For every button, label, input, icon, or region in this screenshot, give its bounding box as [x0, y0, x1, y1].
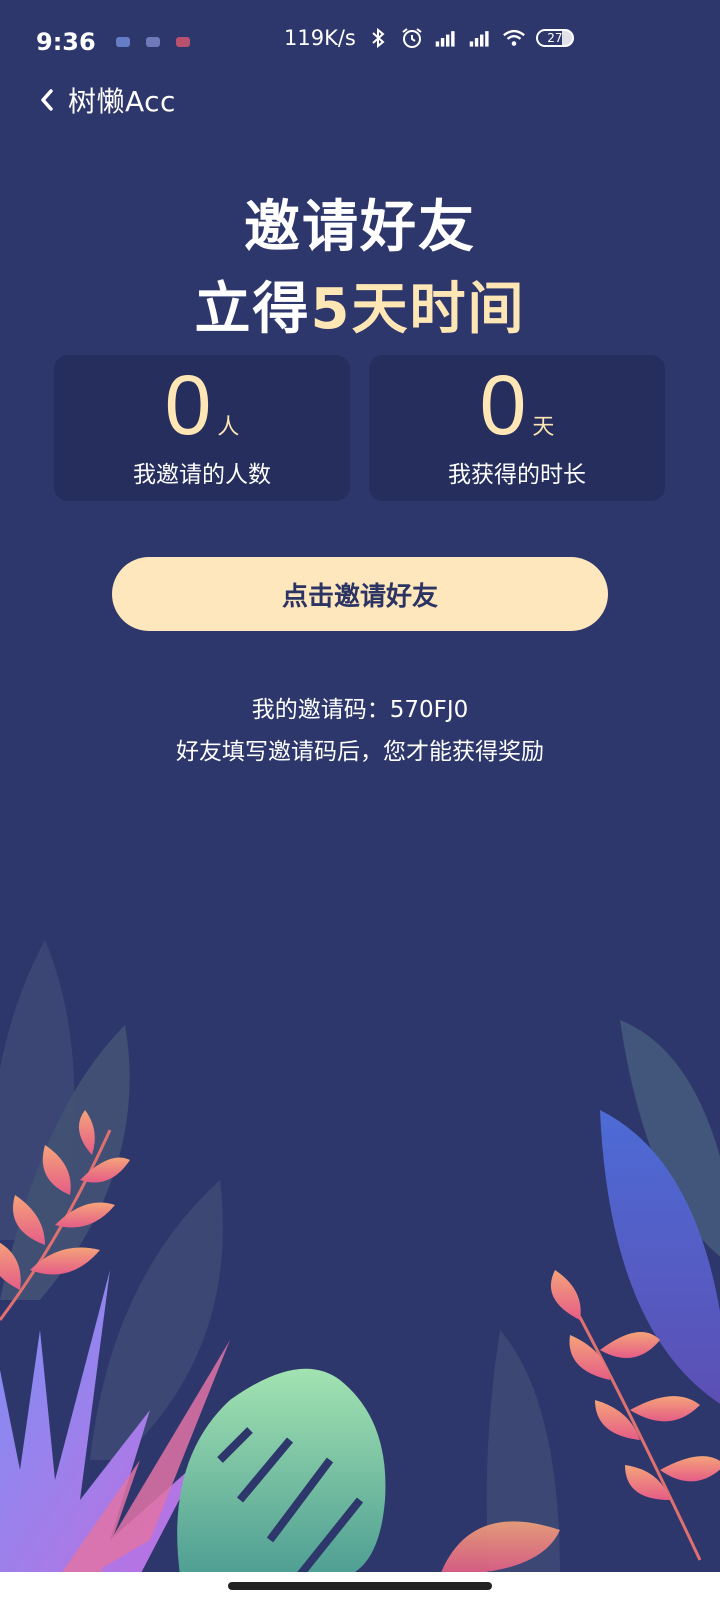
bluetooth-icon	[366, 26, 390, 50]
invited-count-value: 0	[164, 358, 212, 452]
headline-highlight: 5天时间	[310, 277, 526, 342]
net-speed: 119K/s	[284, 26, 356, 50]
leaf-left-center	[90, 1180, 223, 1460]
gesture-bar	[0, 1572, 720, 1600]
invite-code: 我的邀请码：570FJ0	[251, 697, 469, 723]
nav-bar: 树懒Acc	[32, 78, 176, 122]
invited-count-label: 我邀请的人数	[133, 462, 271, 488]
headline-prefix: 立得	[194, 277, 311, 342]
wifi-icon	[502, 26, 526, 50]
battery-indicator: 27	[535, 29, 574, 47]
page-title: 树懒Acc	[68, 85, 176, 118]
back-button[interactable]	[32, 78, 62, 122]
signal-icon	[434, 26, 458, 50]
invited-count-card: 0 人 我邀请的人数	[54, 355, 350, 501]
chevron-left-icon	[41, 89, 53, 111]
notification-icons	[115, 37, 190, 47]
earned-days-label: 我获得的时长	[448, 462, 586, 488]
invite-tip: 好友填写邀请码后，您才能获得奖励	[176, 739, 544, 765]
signal-icon-2	[468, 26, 492, 50]
status-time: 9:36	[36, 28, 96, 56]
home-indicator[interactable]	[228, 1582, 492, 1590]
notification-icon	[175, 37, 190, 47]
headline-line1: 邀请好友	[244, 195, 476, 260]
earned-days-unit: 天	[532, 415, 555, 440]
notification-icon	[145, 37, 160, 47]
earned-days-value: 0	[479, 358, 527, 452]
status-indicators: 119K/s 27	[284, 26, 574, 50]
headline-line2: 立得5天时间	[0, 264, 720, 345]
monstera-leaf	[177, 1368, 386, 1575]
alarm-icon	[400, 26, 424, 50]
decorative-foliage	[0, 940, 720, 1575]
notification-icon	[115, 37, 130, 47]
invite-friends-button[interactable]: 点击邀请好友	[112, 557, 608, 631]
earned-days-card: 0 天 我获得的时长	[369, 355, 665, 501]
invited-count-unit: 人	[217, 415, 240, 440]
